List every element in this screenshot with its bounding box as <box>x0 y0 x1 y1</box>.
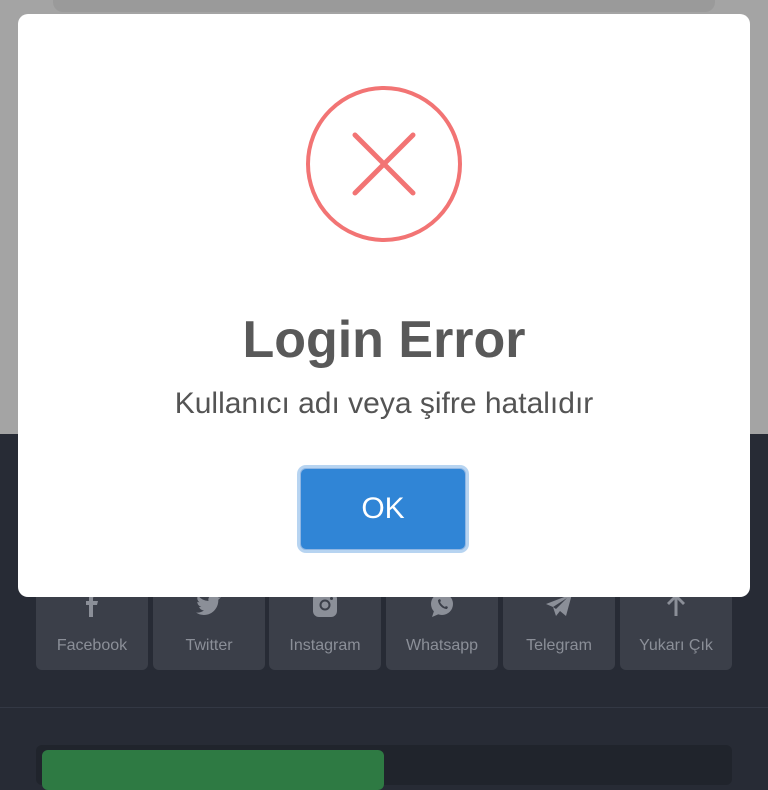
dialog-title: Login Error <box>242 311 526 369</box>
social-label: Twitter <box>185 637 233 654</box>
bottom-bar <box>36 745 732 790</box>
dialog-message: Kullanıcı adı veya şifre hatalıdır <box>174 387 594 420</box>
twitter-button[interactable]: Twitter <box>153 586 265 670</box>
ok-button[interactable]: OK <box>300 468 466 550</box>
footer-divider <box>0 707 768 708</box>
social-label: Facebook <box>56 637 128 654</box>
telegram-button[interactable]: Telegram <box>503 586 615 670</box>
social-label: Instagram <box>289 637 361 654</box>
content-card <box>53 0 715 12</box>
facebook-button[interactable]: Facebook <box>36 586 148 670</box>
social-label: Whatsapp <box>405 637 479 654</box>
instagram-button[interactable]: Instagram <box>269 586 381 670</box>
social-links-row: Facebook Twitter Instagram Whatsapp Tele… <box>36 586 732 670</box>
error-x-icon <box>304 84 464 244</box>
bottom-action-button[interactable] <box>42 750 384 790</box>
social-label: Yukarı Çık <box>639 637 713 654</box>
social-label: Telegram <box>526 637 592 654</box>
error-dialog: Login Error Kullanıcı adı veya şifre hat… <box>18 14 750 597</box>
scroll-to-top-button[interactable]: Yukarı Çık <box>620 586 732 670</box>
whatsapp-button[interactable]: Whatsapp <box>386 586 498 670</box>
